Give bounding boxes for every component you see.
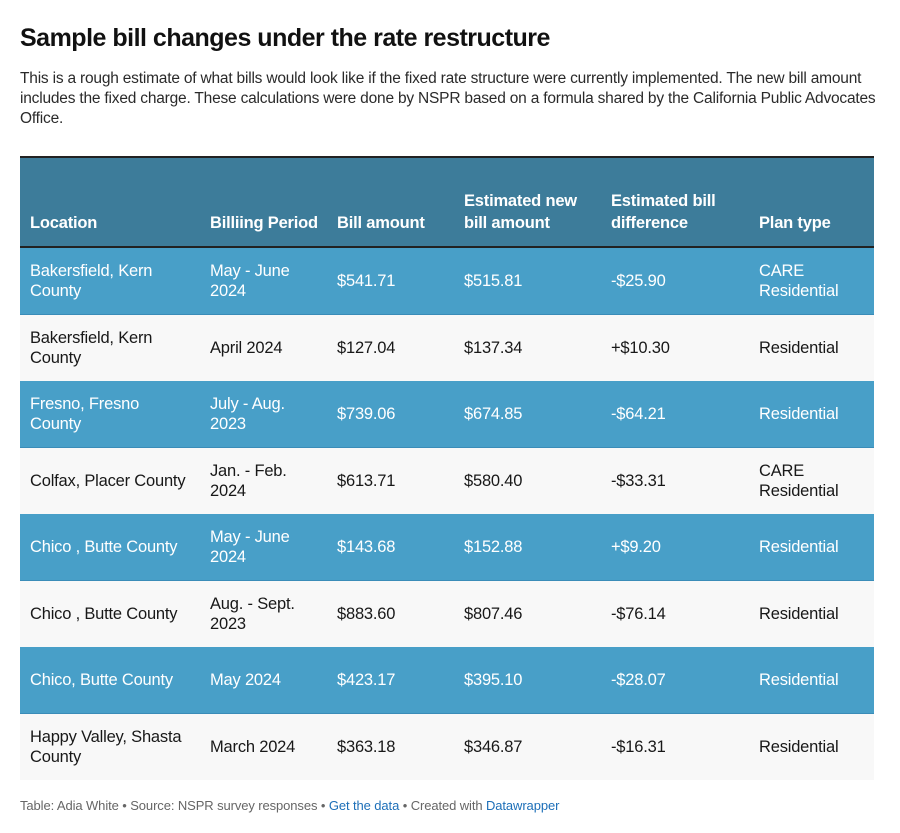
column-header-bill-difference[interactable]: Estimated bill difference: [601, 157, 749, 247]
column-header-location[interactable]: Location: [20, 157, 200, 247]
cell-bill-amount: $143.68: [327, 514, 454, 581]
cell-location: Chico , Butte County: [20, 514, 200, 581]
cell-bill-amount: $739.06: [327, 381, 454, 448]
cell-billing-period: March 2024: [210, 738, 296, 756]
cell-bill-difference: -$33.31: [611, 472, 666, 490]
cell-bill-difference: +$10.30: [611, 339, 670, 357]
cell-plan-type: Residential: [749, 514, 874, 581]
cell-plan-type: Residential: [759, 605, 839, 623]
cell-location: Chico, Butte County: [20, 647, 200, 714]
cell-new-bill-amount: $395.10: [454, 647, 601, 714]
cell-bill-amount: $541.71: [327, 247, 454, 315]
cell-bill-difference: -$64.21: [601, 381, 749, 448]
cell-location: Bakersfield, Kern County: [20, 247, 200, 315]
cell-plan-type: Residential: [749, 381, 874, 448]
footer: Table: Adia White • Source: NSPR survey …: [20, 798, 559, 813]
cell-bill-difference: -$25.90: [601, 247, 749, 315]
table-row: Chico , Butte County Aug. - Sept. 2023 $88…: [20, 580, 874, 647]
cell-new-bill-amount: $807.46: [464, 605, 523, 623]
cell-bill-amount: $127.04: [337, 339, 396, 357]
cell-bill-amount: $613.71: [337, 472, 396, 490]
cell-location: Chico , Butte County: [30, 605, 178, 623]
table-row: Fresno, Fresno County July - Aug. 2023 $73…: [20, 381, 874, 448]
table-row: Bakersfield, Kern County May - June 2024 $…: [20, 247, 874, 315]
cell-billing-period: April 2024: [210, 339, 283, 357]
cell-plan-type: Residential: [749, 647, 874, 714]
footer-created-with: Created with: [410, 798, 486, 813]
cell-billing-period: Aug. - Sept. 2023: [210, 595, 295, 633]
table-row: Bakersfield, Kern County April 2024 $127.0…: [20, 314, 874, 381]
footer-credit: Table: Adia White: [20, 798, 123, 813]
datawrapper-link[interactable]: Datawrapper: [486, 798, 559, 813]
column-header-plan-type[interactable]: Plan type: [749, 157, 874, 247]
cell-new-bill-amount: $515.81: [454, 247, 601, 315]
cell-plan-type: CARE Residential: [749, 247, 874, 315]
cell-billing-period: May - June 2024: [200, 514, 327, 581]
cell-new-bill-amount: $346.87: [464, 738, 523, 756]
description: This is a rough estimate of what bills w…: [20, 70, 876, 127]
cell-billing-period: May - June 2024: [200, 247, 327, 315]
cell-plan-type: Residential: [759, 738, 839, 756]
footer-separator: •: [317, 798, 329, 813]
get-the-data-link[interactable]: Get the data: [329, 798, 399, 813]
cell-location: Fresno, Fresno County: [20, 381, 200, 448]
table-row: Colfax, Placer County Jan. - Feb. 2024 $61…: [20, 447, 874, 514]
cell-location: Bakersfield, Kern County: [30, 329, 153, 367]
cell-billing-period: Jan. - Feb. 2024: [210, 462, 287, 500]
cell-bill-difference: +$9.20: [601, 514, 749, 581]
column-header-billing-period[interactable]: Billiing Period: [200, 157, 327, 247]
footer-source: Source: NSPR survey responses: [130, 798, 318, 813]
cell-bill-difference: -$16.31: [611, 738, 666, 756]
cell-billing-period: May 2024: [200, 647, 327, 714]
footer-separator: •: [399, 798, 411, 813]
cell-bill-amount: $363.18: [337, 738, 396, 756]
cell-new-bill-amount: $137.34: [464, 339, 523, 357]
cell-location: Colfax, Placer County: [30, 472, 186, 490]
page-title: Sample bill changes under the rate restr…: [20, 24, 550, 52]
cell-new-bill-amount: $580.40: [464, 472, 523, 490]
cell-location: Happy Valley, Shasta County: [30, 728, 182, 766]
table-header-row: Location Billiing Period Bill amount Est…: [20, 157, 874, 247]
bill-changes-table: Location Billiing Period Bill amount Est…: [20, 156, 874, 780]
table-row: Happy Valley, Shasta County March 2024 $36…: [20, 713, 874, 780]
cell-billing-period: July - Aug. 2023: [200, 381, 327, 448]
cell-bill-amount: $883.60: [337, 605, 396, 623]
cell-new-bill-amount: $674.85: [454, 381, 601, 448]
cell-new-bill-amount: $152.88: [454, 514, 601, 581]
cell-bill-difference: -$28.07: [601, 647, 749, 714]
cell-bill-amount: $423.17: [327, 647, 454, 714]
column-header-new-bill-amount[interactable]: Estimated new bill amount: [454, 157, 601, 247]
cell-plan-type: Residential: [759, 339, 839, 357]
cell-bill-difference: -$76.14: [611, 605, 666, 623]
table-row: Chico, Butte County May 2024 $423.17 $395.1…: [20, 647, 874, 714]
column-header-bill-amount[interactable]: Bill amount: [327, 157, 454, 247]
cell-plan-type: CARE Residential: [759, 462, 839, 500]
table-row: Chico , Butte County May - June 2024 $143.…: [20, 514, 874, 581]
